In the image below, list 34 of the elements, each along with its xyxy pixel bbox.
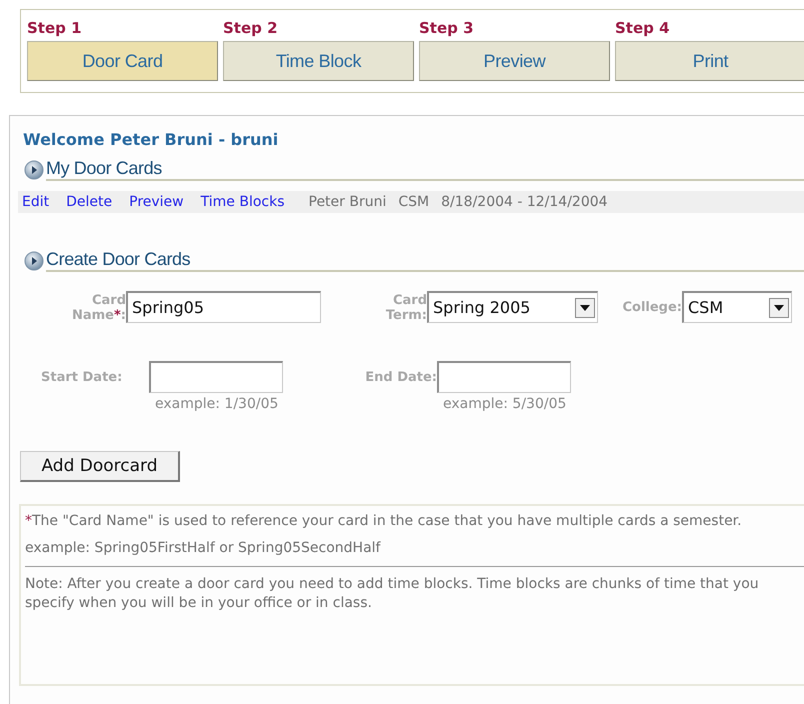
action-link[interactable]: Preview [129, 194, 184, 210]
action-link[interactable]: Edit [22, 194, 50, 210]
action-link[interactable]: Delete [66, 194, 112, 210]
card-name-input[interactable]: Spring05 [126, 291, 321, 323]
field-label: Card Name*: [70, 293, 126, 323]
field-label: End Date: [364, 370, 437, 384]
term-select[interactable]: Spring 2005 [427, 291, 598, 323]
card-info: Peter Bruni [308, 194, 386, 210]
section-heading: My Door Cards [46, 158, 804, 181]
section-heading: Create Door Cards [46, 249, 804, 272]
step-label: Step 2 [223, 18, 278, 39]
card-info: 8/18/2004 - 12/14/2004 [441, 194, 608, 210]
field-label: College: [621, 300, 682, 314]
step-label: Step 4 [615, 18, 670, 39]
note-text: Note: After you create a door card you need to add time blocks. Time blocks are chunks of time that you specify when you will be in your office or in class. [25, 575, 760, 613]
college-select[interactable]: CSM [682, 291, 792, 323]
note-text: example: Spring05FirstHalf or Spring05SecondHalf [25, 539, 382, 558]
add-doorcard-button[interactable]: Add Doorcard [20, 451, 180, 482]
field-label: Start Date: [41, 370, 124, 384]
step-tab[interactable]: Print [615, 41, 804, 81]
welcome-heading: Welcome Peter Bruni - bruni [23, 129, 280, 151]
start-date-input[interactable] [149, 361, 283, 393]
step-tab[interactable]: Time Block [223, 41, 414, 81]
end-date-input[interactable] [437, 361, 571, 393]
step-label: Step 3 [419, 18, 474, 39]
example-hint: example: 1/30/05 [155, 396, 280, 414]
note-text: *The "Card Name" is used to reference your card in the case that you have multiple cards a semester. [25, 512, 743, 531]
step-tab[interactable]: Preview [419, 41, 610, 81]
field-label: Card Term: [384, 293, 427, 323]
action-link[interactable]: Time Blocks [200, 194, 284, 210]
example-hint: example: 5/30/05 [443, 396, 566, 414]
card-info: CSM [398, 194, 430, 210]
step-label: Step 1 [27, 18, 82, 39]
step-tab[interactable]: Door Card [27, 41, 218, 81]
